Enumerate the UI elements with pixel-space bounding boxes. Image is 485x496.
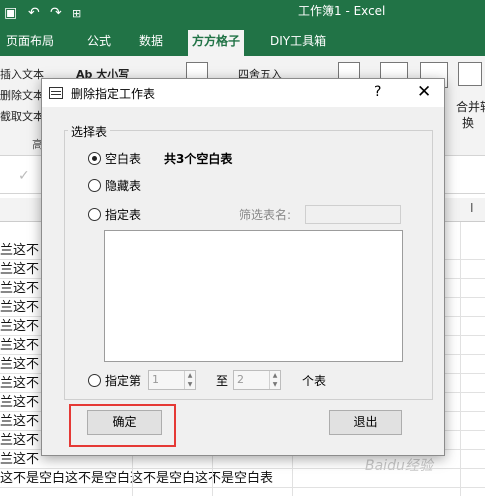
group-label: 选择表 xyxy=(68,123,111,140)
tab-page-layout[interactable]: 页面布局 xyxy=(6,30,54,56)
radio-blank-label[interactable]: 空白表 xyxy=(105,150,141,167)
merge-convert-icon[interactable] xyxy=(458,62,482,86)
delete-sheets-dialog: 删除指定工作表 ? ✕ 选择表 空白表 共3个空白表 隐藏表 指定表 筛选表名:… xyxy=(41,78,445,456)
delete-text-button[interactable]: 删除文本 xyxy=(0,87,44,103)
app-icon xyxy=(49,87,63,99)
cell-text: 兰这不 xyxy=(0,433,40,448)
cell-text: 兰这不 xyxy=(0,338,40,353)
column-gridline xyxy=(460,222,461,496)
exit-button[interactable]: 退出 xyxy=(329,410,402,435)
watermark: Baidu经验 xyxy=(365,458,433,474)
tab-data[interactable]: 数据 xyxy=(139,30,163,56)
highlight-box xyxy=(69,404,176,447)
cell-text: 兰这不 xyxy=(0,452,40,467)
dialog-titlebar[interactable]: 删除指定工作表 ? ✕ xyxy=(42,79,444,107)
blank-count-label: 共3个空白表 xyxy=(164,152,233,166)
filter-name-label: 筛选表名: xyxy=(239,208,292,222)
save-icon[interactable]: ▣ xyxy=(4,5,17,21)
help-button[interactable]: ? xyxy=(374,84,381,100)
insert-text-button[interactable]: 插入文本 xyxy=(0,66,44,82)
filter-name-input[interactable] xyxy=(305,205,401,224)
radio-named-label[interactable]: 指定表 xyxy=(105,206,141,223)
to-label: 至 xyxy=(216,374,229,388)
merge-convert-button[interactable]: 合并转 xyxy=(456,98,485,115)
from-index-stepper[interactable]: 1 ▲ ▼ xyxy=(148,370,196,390)
checkmark-icon[interactable]: ✓ xyxy=(18,168,30,184)
radio-index-range[interactable] xyxy=(88,374,101,387)
radio-named-sheets[interactable] xyxy=(88,208,101,221)
window-title: 工作簿1 - Excel xyxy=(298,4,386,18)
spinner-arrows-icon[interactable]: ▲ ▼ xyxy=(184,371,195,389)
radio-hidden-label[interactable]: 隐藏表 xyxy=(105,177,141,194)
radio-hidden-sheets[interactable] xyxy=(88,179,101,192)
cell-text: 兰这不 xyxy=(0,376,40,391)
cell-text: 兰这不 xyxy=(0,414,40,429)
extract-text-button[interactable]: 截取文本 xyxy=(0,108,44,124)
dialog-title: 删除指定工作表 xyxy=(71,87,156,101)
customize-icon[interactable]: ⊞ xyxy=(72,7,81,20)
to-index-stepper[interactable]: 2 ▲ ▼ xyxy=(233,370,281,390)
to-index-value: 2 xyxy=(237,373,244,386)
cell-text: 兰这不 xyxy=(0,262,40,277)
cell-text: 兰这不 xyxy=(0,281,40,296)
cell-text: 兰这不 xyxy=(0,357,40,372)
sheet-listbox[interactable] xyxy=(104,230,403,362)
title-bar: ▣ ↶ ↷ ⊞ 工作簿1 - Excel xyxy=(0,0,485,30)
tab-formulas[interactable]: 公式 xyxy=(87,30,111,56)
cell-text: 兰这不 xyxy=(0,243,40,258)
merge-convert-button-line2: 换 xyxy=(462,116,475,130)
unit-label: 个表 xyxy=(302,374,327,388)
close-button[interactable]: ✕ xyxy=(417,82,431,102)
cell-text: 兰这不 xyxy=(0,319,40,334)
column-i-label: I xyxy=(470,201,474,215)
cell-text: 兰这不 xyxy=(0,395,40,410)
cell-text: 这不是空白这不是空白这不是空白这不是空白表 xyxy=(0,471,274,486)
radio-index-label[interactable]: 指定第 xyxy=(105,372,141,389)
ribbon-tabs: 页面布局 公式 数据 方方格子 DIY工具箱 xyxy=(0,30,485,56)
undo-icon[interactable]: ↶ xyxy=(28,5,40,21)
spinner-arrows-icon[interactable]: ▲ ▼ xyxy=(269,371,280,389)
from-index-value: 1 xyxy=(152,373,159,386)
redo-icon[interactable]: ↷ xyxy=(50,5,62,21)
tab-fangfang[interactable]: 方方格子 xyxy=(188,30,245,56)
radio-blank-sheets[interactable] xyxy=(88,152,101,165)
tab-diy-toolbox[interactable]: DIY工具箱 xyxy=(270,30,326,56)
cell-text: 兰这不 xyxy=(0,300,40,315)
